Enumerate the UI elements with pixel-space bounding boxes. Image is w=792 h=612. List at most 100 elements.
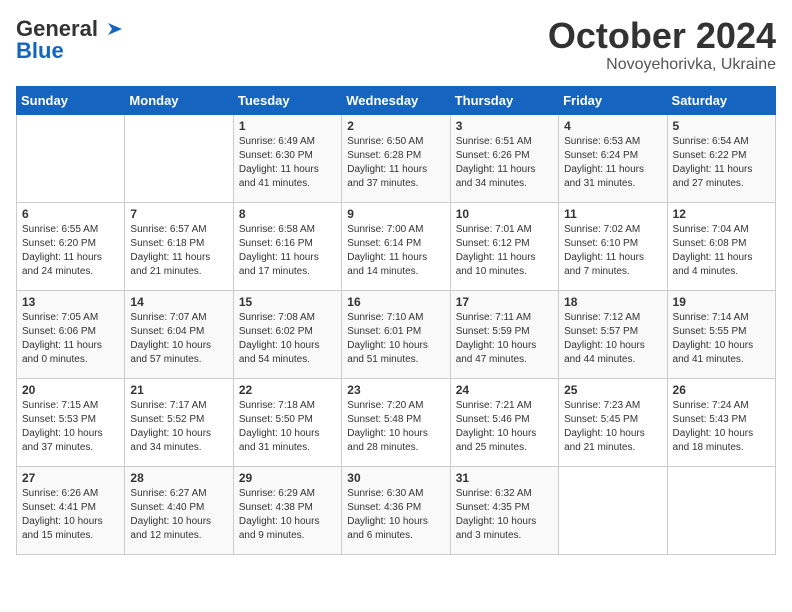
day-info: Sunrise: 7:23 AMSunset: 5:45 PMDaylight:…: [564, 399, 661, 455]
weekday-header-sunday: Sunday: [17, 86, 125, 114]
weekday-header-friday: Friday: [559, 86, 667, 114]
weekday-header-monday: Monday: [125, 86, 233, 114]
calendar-cell: 1 Sunrise: 6:49 AMSunset: 6:30 PMDaylight…: [233, 114, 341, 202]
calendar-cell: 6 Sunrise: 6:55 AMSunset: 6:20 PMDaylight…: [17, 202, 125, 290]
day-info: Sunrise: 7:20 AMSunset: 5:48 PMDaylight:…: [347, 399, 444, 455]
day-number: 31: [456, 471, 553, 485]
day-number: 23: [347, 383, 444, 397]
day-number: 4: [564, 119, 661, 133]
calendar-cell: 27 Sunrise: 6:26 AMSunset: 4:41 PMDayligh…: [17, 466, 125, 554]
day-number: 24: [456, 383, 553, 397]
location-text: Novoyehorivka, Ukraine: [548, 56, 776, 74]
calendar-cell: 2 Sunrise: 6:50 AMSunset: 6:28 PMDaylight…: [342, 114, 450, 202]
day-number: 20: [22, 383, 119, 397]
calendar-cell: 16Sunrise: 7:10 AMSunset: 6:01 PMDayligh…: [342, 290, 450, 378]
logo-bird-icon: [100, 21, 122, 37]
day-info: Sunrise: 7:10 AMSunset: 6:01 PMDaylight:…: [347, 311, 444, 367]
calendar-cell: 7 Sunrise: 6:57 AMSunset: 6:18 PMDaylight…: [125, 202, 233, 290]
calendar-cell: 14Sunrise: 7:07 AMSunset: 6:04 PMDayligh…: [125, 290, 233, 378]
weekday-header-wednesday: Wednesday: [342, 86, 450, 114]
day-number: 25: [564, 383, 661, 397]
calendar-cell: [559, 466, 667, 554]
day-number: 27: [22, 471, 119, 485]
day-number: 28: [130, 471, 227, 485]
calendar-cell: 29Sunrise: 6:29 AMSunset: 4:38 PMDayligh…: [233, 466, 341, 554]
day-info: Sunrise: 6:27 AMSunset: 4:40 PMDaylight:…: [130, 487, 227, 543]
day-number: 7: [130, 207, 227, 221]
calendar-cell: 8 Sunrise: 6:58 AMSunset: 6:16 PMDaylight…: [233, 202, 341, 290]
day-number: 5: [673, 119, 770, 133]
calendar-cell: 30Sunrise: 6:30 AMSunset: 4:36 PMDayligh…: [342, 466, 450, 554]
month-title: October 2024: [548, 16, 776, 56]
calendar-cell: 13 Sunrise: 7:05 AMSunset: 6:06 PMDayligh…: [17, 290, 125, 378]
calendar-cell: 4Sunrise: 6:53 AMSunset: 6:24 PMDaylight…: [559, 114, 667, 202]
day-info: Sunrise: 7:00 AMSunset: 6:14 PMDaylight:…: [347, 223, 444, 279]
day-info: Sunrise: 7:24 AMSunset: 5:43 PMDaylight:…: [673, 399, 770, 455]
day-number: 11: [564, 207, 661, 221]
logo: General Blue: [16, 16, 122, 64]
calendar-body: 1 Sunrise: 6:49 AMSunset: 6:30 PMDaylight…: [17, 114, 776, 554]
day-info: Sunrise: 7:21 AMSunset: 5:46 PMDaylight:…: [456, 399, 553, 455]
calendar-cell: 21Sunrise: 7:17 AMSunset: 5:52 PMDayligh…: [125, 378, 233, 466]
day-info: Sunrise: 6:49 AMSunset: 6:30 PMDaylight:…: [239, 135, 336, 191]
day-number: 10: [456, 207, 553, 221]
calendar-cell: 15Sunrise: 7:08 AMSunset: 6:02 PMDayligh…: [233, 290, 341, 378]
day-number: 14: [130, 295, 227, 309]
day-number: 21: [130, 383, 227, 397]
weekday-header-tuesday: Tuesday: [233, 86, 341, 114]
day-number: 8: [239, 207, 336, 221]
day-info: Sunrise: 7:01 AMSunset: 6:12 PMDaylight:…: [456, 223, 553, 279]
day-number: 2: [347, 119, 444, 133]
day-number: 17: [456, 295, 553, 309]
day-info: Sunrise: 7:14 AMSunset: 5:55 PMDaylight:…: [673, 311, 770, 367]
day-number: 1: [239, 119, 336, 133]
day-number: 18: [564, 295, 661, 309]
calendar-cell: 10 Sunrise: 7:01 AMSunset: 6:12 PMDayligh…: [450, 202, 558, 290]
day-number: 19: [673, 295, 770, 309]
weekday-header-row: SundayMondayTuesdayWednesdayThursdayFrid…: [17, 86, 776, 114]
weekday-header-saturday: Saturday: [667, 86, 775, 114]
day-number: 3: [456, 119, 553, 133]
calendar-cell: 25 Sunrise: 7:23 AMSunset: 5:45 PMDayligh…: [559, 378, 667, 466]
logo-blue-text: Blue: [16, 38, 64, 64]
calendar-cell: 9 Sunrise: 7:00 AMSunset: 6:14 PMDaylight…: [342, 202, 450, 290]
day-info: Sunrise: 6:30 AMSunset: 4:36 PMDaylight:…: [347, 487, 444, 543]
calendar-cell: 18Sunrise: 7:12 AMSunset: 5:57 PMDayligh…: [559, 290, 667, 378]
calendar-cell: 28 Sunrise: 6:27 AMSunset: 4:40 PMDayligh…: [125, 466, 233, 554]
calendar-cell: 20Sunrise: 7:15 AMSunset: 5:53 PMDayligh…: [17, 378, 125, 466]
calendar-cell: 3 Sunrise: 6:51 AMSunset: 6:26 PMDaylight…: [450, 114, 558, 202]
day-info: Sunrise: 6:50 AMSunset: 6:28 PMDaylight:…: [347, 135, 444, 191]
day-info: Sunrise: 7:02 AMSunset: 6:10 PMDaylight:…: [564, 223, 661, 279]
day-number: 9: [347, 207, 444, 221]
day-number: 26: [673, 383, 770, 397]
calendar-cell: 24 Sunrise: 7:21 AMSunset: 5:46 PMDayligh…: [450, 378, 558, 466]
week-row-3: 13 Sunrise: 7:05 AMSunset: 6:06 PMDayligh…: [17, 290, 776, 378]
week-row-2: 6 Sunrise: 6:55 AMSunset: 6:20 PMDaylight…: [17, 202, 776, 290]
day-info: Sunrise: 6:51 AMSunset: 6:26 PMDaylight:…: [456, 135, 553, 191]
day-info: Sunrise: 6:57 AMSunset: 6:18 PMDaylight:…: [130, 223, 227, 279]
day-info: Sunrise: 7:05 AMSunset: 6:06 PMDaylight:…: [22, 311, 119, 367]
page-header: General Blue October 2024 Novoyehorivka,…: [16, 16, 776, 74]
day-info: Sunrise: 6:58 AMSunset: 6:16 PMDaylight:…: [239, 223, 336, 279]
day-info: Sunrise: 7:11 AMSunset: 5:59 PMDaylight:…: [456, 311, 553, 367]
week-row-1: 1 Sunrise: 6:49 AMSunset: 6:30 PMDaylight…: [17, 114, 776, 202]
day-info: Sunrise: 7:08 AMSunset: 6:02 PMDaylight:…: [239, 311, 336, 367]
day-number: 13: [22, 295, 119, 309]
day-info: Sunrise: 6:32 AMSunset: 4:35 PMDaylight:…: [456, 487, 553, 543]
day-number: 22: [239, 383, 336, 397]
calendar-cell: 5Sunrise: 6:54 AMSunset: 6:22 PMDaylight…: [667, 114, 775, 202]
calendar-cell: 11 Sunrise: 7:02 AMSunset: 6:10 PMDayligh…: [559, 202, 667, 290]
day-info: Sunrise: 7:04 AMSunset: 6:08 PMDaylight:…: [673, 223, 770, 279]
calendar-cell: 31 Sunrise: 6:32 AMSunset: 4:35 PMDayligh…: [450, 466, 558, 554]
day-info: Sunrise: 6:55 AMSunset: 6:20 PMDaylight:…: [22, 223, 119, 279]
day-info: Sunrise: 7:18 AMSunset: 5:50 PMDaylight:…: [239, 399, 336, 455]
calendar-cell: 23 Sunrise: 7:20 AMSunset: 5:48 PMDayligh…: [342, 378, 450, 466]
weekday-header-thursday: Thursday: [450, 86, 558, 114]
day-info: Sunrise: 6:29 AMSunset: 4:38 PMDaylight:…: [239, 487, 336, 543]
calendar-cell: 26 Sunrise: 7:24 AMSunset: 5:43 PMDayligh…: [667, 378, 775, 466]
calendar-cell: [667, 466, 775, 554]
calendar-cell: [17, 114, 125, 202]
day-number: 6: [22, 207, 119, 221]
day-info: Sunrise: 6:26 AMSunset: 4:41 PMDaylight:…: [22, 487, 119, 543]
week-row-4: 20Sunrise: 7:15 AMSunset: 5:53 PMDayligh…: [17, 378, 776, 466]
